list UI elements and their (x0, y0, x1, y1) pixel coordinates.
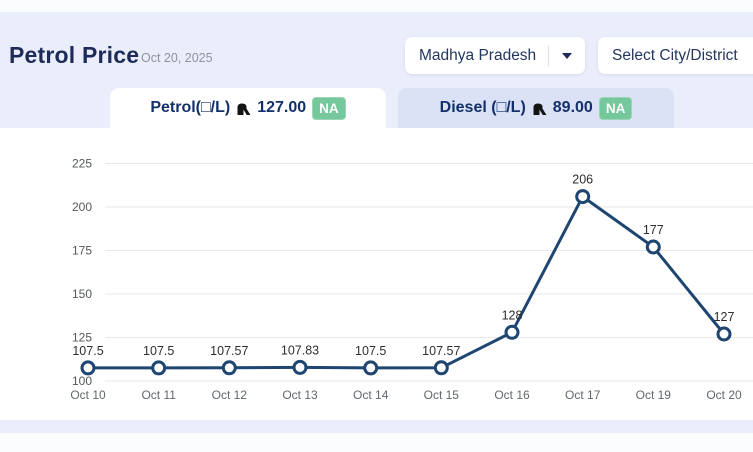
state-dropdown-value: Madhya Pradesh (405, 47, 548, 65)
na-badge: NA (599, 97, 633, 120)
city-dropdown[interactable]: Select City/District (598, 37, 753, 74)
top-strip (0, 0, 753, 12)
rupee-icon (236, 102, 251, 116)
bottom-area (0, 433, 753, 452)
svg-text:107.5: 107.5 (72, 344, 103, 358)
city-dropdown-placeholder: Select City/District (598, 47, 753, 65)
svg-text:206: 206 (572, 173, 593, 187)
svg-text:107.5: 107.5 (355, 344, 386, 358)
tab-diesel-price: 89.00 (553, 99, 593, 117)
tab-petrol[interactable]: Petrol(□/L) 127.00 NA (110, 88, 386, 128)
svg-text:Oct 14: Oct 14 (353, 388, 389, 402)
svg-text:107.57: 107.57 (210, 344, 248, 358)
tab-diesel-label: Diesel (□/L) (440, 99, 526, 117)
svg-text:Oct 11: Oct 11 (141, 388, 176, 402)
price-chart: 225 200 175 150 125 100 107.5 107.5 107.57 107.83… (8, 128, 753, 420)
svg-text:177: 177 (643, 223, 664, 237)
svg-text:Oct 10: Oct 10 (70, 388, 106, 402)
caret-down-icon (562, 53, 572, 59)
svg-text:127: 127 (714, 310, 735, 324)
svg-text:Oct 20: Oct 20 (706, 388, 742, 402)
svg-text:107.57: 107.57 (422, 344, 460, 358)
chart-card: 225 200 175 150 125 100 107.5 107.5 107.57 107.83… (8, 128, 753, 420)
svg-text:Oct 19: Oct 19 (636, 388, 672, 402)
dropdown-divider (548, 46, 549, 66)
svg-text:100: 100 (72, 374, 92, 388)
svg-text:Oct 15: Oct 15 (424, 388, 460, 402)
rupee-icon (532, 102, 547, 116)
svg-text:Oct 16: Oct 16 (494, 388, 530, 402)
svg-text:200: 200 (72, 200, 92, 214)
state-dropdown[interactable]: Madhya Pradesh (405, 37, 585, 74)
bottom-band (0, 420, 753, 433)
date-label: Oct 20, 2025 (141, 51, 213, 65)
tab-petrol-price: 127.00 (257, 99, 306, 117)
svg-text:Oct 13: Oct 13 (282, 388, 318, 402)
svg-text:107.5: 107.5 (143, 344, 174, 358)
svg-text:128: 128 (502, 308, 523, 322)
svg-text:107.83: 107.83 (281, 343, 319, 357)
svg-text:125: 125 (72, 331, 92, 345)
svg-text:225: 225 (72, 157, 92, 171)
svg-text:Oct 12: Oct 12 (212, 388, 248, 402)
tab-diesel[interactable]: Diesel (□/L) 89.00 NA (398, 88, 674, 128)
tab-petrol-label: Petrol(□/L) (150, 99, 230, 117)
na-badge: NA (312, 97, 346, 120)
svg-text:150: 150 (72, 287, 92, 301)
page-title: Petrol Price (9, 42, 139, 69)
svg-text:175: 175 (72, 244, 92, 258)
svg-text:Oct 17: Oct 17 (565, 388, 601, 402)
